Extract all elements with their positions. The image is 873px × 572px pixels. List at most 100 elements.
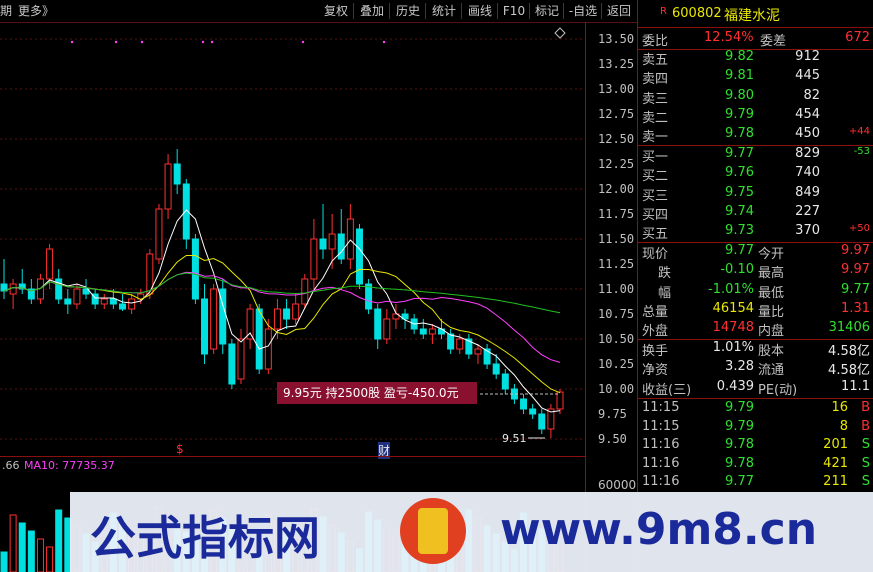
- candle-body[interactable]: [346, 218, 354, 260]
- sell-order-row[interactable]: 卖四 9.81 445: [638, 68, 873, 87]
- toolbar-separator: [389, 3, 390, 19]
- tick-row: 11:15 9.79 16 B: [638, 400, 873, 419]
- candle-body[interactable]: [428, 328, 436, 335]
- kline-chart[interactable]: [0, 22, 637, 572]
- candle-body[interactable]: [228, 343, 236, 385]
- buy-order-row[interactable]: 买二 9.76 740: [638, 165, 873, 184]
- dividend-marker[interactable]: $: [176, 442, 184, 456]
- candle-body[interactable]: [383, 318, 391, 340]
- tick-price: 9.79: [725, 400, 754, 415]
- order-level-label: 买二: [642, 169, 669, 185]
- candle-body[interactable]: [292, 303, 300, 320]
- candle-body[interactable]: [374, 308, 382, 340]
- stat-value: 9.97: [841, 262, 870, 278]
- low-price-label: 9.51: [502, 432, 527, 445]
- candle-body[interactable]: [273, 308, 281, 330]
- candle-body[interactable]: [319, 238, 327, 250]
- candle-body[interactable]: [9, 283, 17, 295]
- candle-body[interactable]: [109, 298, 117, 305]
- order-price: 9.80: [725, 87, 754, 103]
- candle-body[interactable]: [456, 338, 464, 350]
- tick-side: S: [861, 437, 870, 452]
- candle-body[interactable]: [191, 238, 199, 300]
- buy-order-row[interactable]: 买三 9.75 849: [638, 185, 873, 204]
- volume-ma10: MA10: 77735.37: [24, 459, 115, 472]
- candle-body[interactable]: [118, 303, 126, 310]
- candle-body[interactable]: [492, 363, 500, 375]
- candle-body[interactable]: [310, 238, 318, 280]
- sell-order-row[interactable]: 卖一 9.78 450 +44: [638, 126, 873, 145]
- candle-body[interactable]: [337, 233, 345, 260]
- sell-order-row[interactable]: 卖三 9.80 82: [638, 88, 873, 107]
- candle-body[interactable]: [501, 373, 509, 390]
- candle-body[interactable]: [447, 333, 455, 350]
- candle-body[interactable]: [46, 248, 54, 280]
- candle-body[interactable]: [283, 308, 291, 320]
- price-tick-label: 13.00: [598, 82, 635, 96]
- candle-body[interactable]: [255, 308, 263, 370]
- toolbar-button[interactable]: 画线: [464, 3, 496, 19]
- stat-value: -1.01%: [708, 281, 754, 297]
- realtime-marker: R: [660, 6, 667, 17]
- price-tick-label: 10.25: [598, 357, 635, 371]
- toolbar-button[interactable]: F10: [500, 3, 528, 19]
- candle-body[interactable]: [73, 288, 81, 305]
- candle-body[interactable]: [164, 163, 172, 210]
- stat-label: 最低: [758, 285, 785, 301]
- candle-body[interactable]: [155, 208, 163, 260]
- candle-body[interactable]: [237, 338, 245, 380]
- quote-stat-row: 外盘 14748 内盘 31406: [638, 320, 873, 339]
- stat-label: 今开: [758, 247, 785, 262]
- toolbar-button[interactable]: 返回: [604, 3, 634, 19]
- toolbar-button[interactable]: 历史: [392, 3, 424, 19]
- candle-body[interactable]: [301, 278, 309, 305]
- sell-order-row[interactable]: 卖五 9.82 912: [638, 49, 873, 68]
- event-dot: [382, 40, 386, 44]
- period-label[interactable]: 期: [0, 3, 12, 19]
- price-tick-label: 12.75: [598, 107, 635, 121]
- order-level-label: 买一: [642, 150, 669, 165]
- candle-body[interactable]: [355, 228, 363, 285]
- candle-body[interactable]: [264, 328, 272, 370]
- event-dot: [201, 40, 205, 44]
- candle-body[interactable]: [438, 328, 446, 335]
- more-menu-button[interactable]: 更多》: [16, 3, 56, 19]
- candle-body[interactable]: [474, 348, 482, 355]
- candle-body[interactable]: [538, 413, 546, 430]
- candle-body[interactable]: [529, 408, 537, 415]
- order-change: -53: [853, 146, 870, 157]
- candle-body[interactable]: [173, 163, 181, 185]
- event-dot: [210, 40, 214, 44]
- order-price: 9.76: [725, 165, 754, 181]
- quote-stat-row: 现价 9.77 今开 9.97: [638, 243, 873, 262]
- toolbar-button[interactable]: -自选: [566, 3, 600, 19]
- toolbar-button[interactable]: 叠加: [356, 3, 388, 19]
- candle-body[interactable]: [520, 398, 528, 410]
- tick-volume: 421: [823, 455, 848, 471]
- tick-row: 11:16 9.78 201 S: [638, 437, 873, 456]
- diamond-icon[interactable]: [554, 27, 566, 39]
- stat-value: 9.77: [841, 281, 870, 297]
- toolbar-button[interactable]: 统计: [428, 3, 460, 19]
- candle-body[interactable]: [556, 391, 564, 410]
- sell-order-row[interactable]: 卖二 9.79 454: [638, 107, 873, 126]
- candle-body[interactable]: [419, 328, 427, 335]
- stat-label: 收益(三): [642, 382, 692, 398]
- candle-body[interactable]: [201, 298, 209, 355]
- candle-body[interactable]: [328, 233, 336, 250]
- stat-label: 量比: [758, 304, 785, 320]
- tick-side: B: [861, 418, 870, 434]
- buy-order-row[interactable]: 买五 9.73 370 +50: [638, 223, 873, 242]
- candle-body[interactable]: [128, 298, 136, 310]
- buy-order-row[interactable]: 买一 9.77 829 -53: [638, 146, 873, 165]
- buy-order-row[interactable]: 买四 9.74 227: [638, 204, 873, 223]
- toolbar-button[interactable]: 标记: [532, 3, 562, 19]
- candle-body[interactable]: [64, 298, 72, 305]
- candle-body[interactable]: [365, 283, 373, 310]
- toolbar-button[interactable]: 复权: [320, 3, 352, 19]
- candle-body[interactable]: [100, 298, 108, 305]
- tick-side: B: [861, 400, 870, 415]
- tick-side: S: [861, 455, 870, 471]
- stat-value: 9.77: [725, 243, 754, 258]
- candle-body[interactable]: [210, 288, 218, 350]
